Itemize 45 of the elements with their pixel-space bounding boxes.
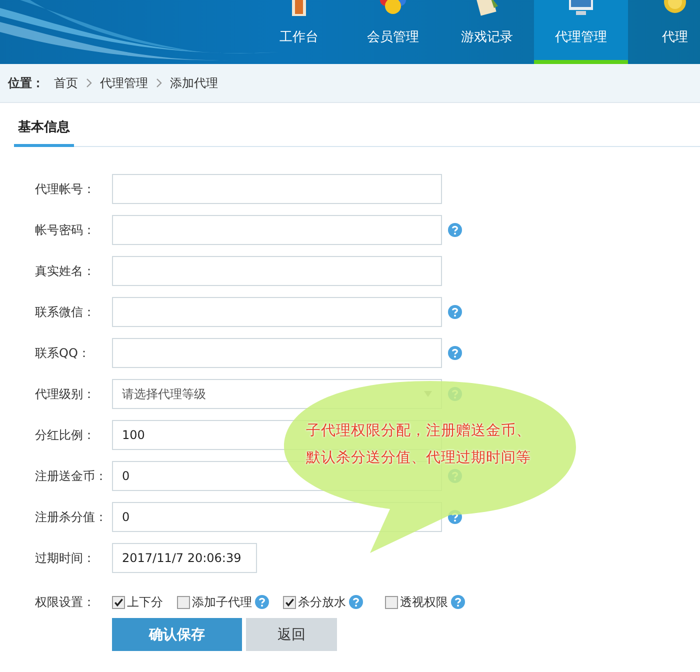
help-icon[interactable] — [448, 223, 462, 237]
monitor-icon — [566, 0, 596, 18]
breadcrumb-label: 位置： — [8, 74, 44, 92]
input-field[interactable] — [112, 297, 442, 327]
chevron-icon — [156, 78, 162, 88]
date-field[interactable]: 2017/11/7 20:06:39 — [112, 543, 257, 573]
field-label: 权限设置： — [35, 594, 96, 610]
help-icon[interactable] — [448, 305, 462, 319]
checkbox[interactable] — [112, 596, 125, 608]
field-label: 帐号密码： — [35, 222, 96, 238]
nav-tab[interactable]: 工作台 — [252, 0, 346, 64]
input-field[interactable] — [112, 256, 442, 286]
checkbox-label[interactable]: 上下分 — [127, 594, 163, 610]
nav-tab[interactable]: 代理管理 — [534, 0, 628, 64]
field-label: 联系QQ： — [35, 344, 91, 362]
field-label: 代理帐号： — [35, 180, 96, 198]
checkbox-label[interactable]: 杀分放水 — [298, 594, 346, 610]
checkbox-label[interactable]: 透视权限 — [400, 594, 448, 610]
checkbox[interactable] — [177, 596, 190, 608]
breadcrumb-link[interactable]: 添加代理 — [170, 74, 218, 92]
nav-tab[interactable]: 代理 — [628, 0, 700, 64]
back-button[interactable]: 返回 — [246, 618, 337, 651]
field-label: 联系微信： — [35, 304, 96, 320]
input-field[interactable] — [112, 174, 442, 204]
input-field[interactable] — [112, 338, 442, 368]
breadcrumb-link[interactable]: 首页 — [54, 74, 78, 92]
help-icon[interactable] — [451, 595, 465, 609]
help-icon[interactable] — [448, 346, 462, 360]
input-field[interactable] — [112, 215, 442, 245]
section-tab[interactable]: 基本信息 — [14, 118, 74, 147]
breadcrumb-link[interactable]: 代理管理 — [100, 74, 148, 92]
field-label: 注册送金币： — [35, 468, 108, 484]
field-label: 过期时间： — [35, 550, 96, 566]
checkbox[interactable] — [283, 596, 296, 608]
field-label: 真实姓名： — [35, 262, 96, 280]
checkbox[interactable] — [385, 596, 398, 608]
field-label: 注册杀分值： — [35, 508, 108, 526]
nav-tab[interactable]: 会员管理 — [346, 0, 440, 64]
field-label: 代理级别： — [35, 386, 96, 402]
chevron-icon — [86, 78, 92, 88]
help-icon[interactable] — [255, 595, 269, 609]
checkbox-label[interactable]: 添加子代理 — [192, 594, 252, 610]
help-icon[interactable] — [349, 595, 363, 609]
nav-tab[interactable]: 游戏记录 — [440, 0, 534, 64]
field-label: 分红比例： — [35, 426, 96, 444]
